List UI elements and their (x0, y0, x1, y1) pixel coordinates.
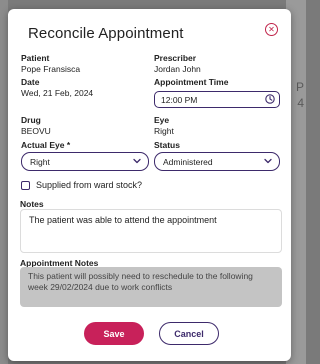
appointment-notes-value: This patient will possibly need to resch… (28, 271, 253, 292)
prescriber-label: Prescriber (154, 53, 197, 63)
actual-eye-label: Actual Eye * (21, 140, 71, 150)
close-button[interactable]: ✕ (265, 23, 278, 36)
appointment-time-input[interactable]: 12:00 PM (154, 91, 280, 108)
eye-value: Right (154, 126, 174, 136)
actual-eye-value: Right (30, 157, 50, 167)
chevron-down-icon (133, 158, 141, 164)
drug-label: Drug (21, 115, 41, 125)
appointment-time-label: Appointment Time (154, 77, 229, 87)
background-fragment: 4 (297, 96, 304, 110)
close-icon: ✕ (268, 24, 275, 34)
status-value: Administered (163, 157, 213, 167)
status-select[interactable]: Administered (154, 152, 280, 171)
save-button[interactable]: Save (84, 322, 144, 345)
date-value: Wed, 21 Feb, 2024 (21, 88, 94, 98)
date-label: Date (21, 77, 40, 87)
notes-label: Notes (20, 199, 44, 209)
appointment-notes-field: This patient will possibly need to resch… (20, 267, 282, 307)
modal-title: Reconcile Appointment (28, 25, 184, 42)
actual-eye-select[interactable]: Right (21, 152, 149, 171)
appointment-time-value: 12:00 PM (161, 95, 198, 105)
patient-value: Pope Fransisca (21, 64, 81, 74)
patient-label: Patient (21, 53, 50, 63)
status-label: Status (154, 140, 180, 150)
notes-textarea[interactable]: The patient was able to attend the appoi… (20, 209, 282, 253)
drug-value: BEOVU (21, 126, 51, 136)
eye-label: Eye (154, 115, 170, 125)
cancel-button[interactable]: Cancel (159, 322, 219, 345)
ward-stock-checkbox[interactable] (21, 181, 30, 190)
clock-icon[interactable] (265, 94, 275, 104)
prescriber-value: Jordan John (154, 64, 201, 74)
reconcile-appointment-modal: Reconcile Appointment ✕ Patient Pope Fra… (8, 9, 291, 361)
chevron-down-icon (264, 158, 272, 164)
background-left-edge (0, 0, 8, 364)
ward-stock-label: Supplied from ward stock? (36, 180, 143, 190)
background-fragment: P (295, 80, 304, 94)
notes-value: The patient was able to attend the appoi… (29, 215, 217, 225)
